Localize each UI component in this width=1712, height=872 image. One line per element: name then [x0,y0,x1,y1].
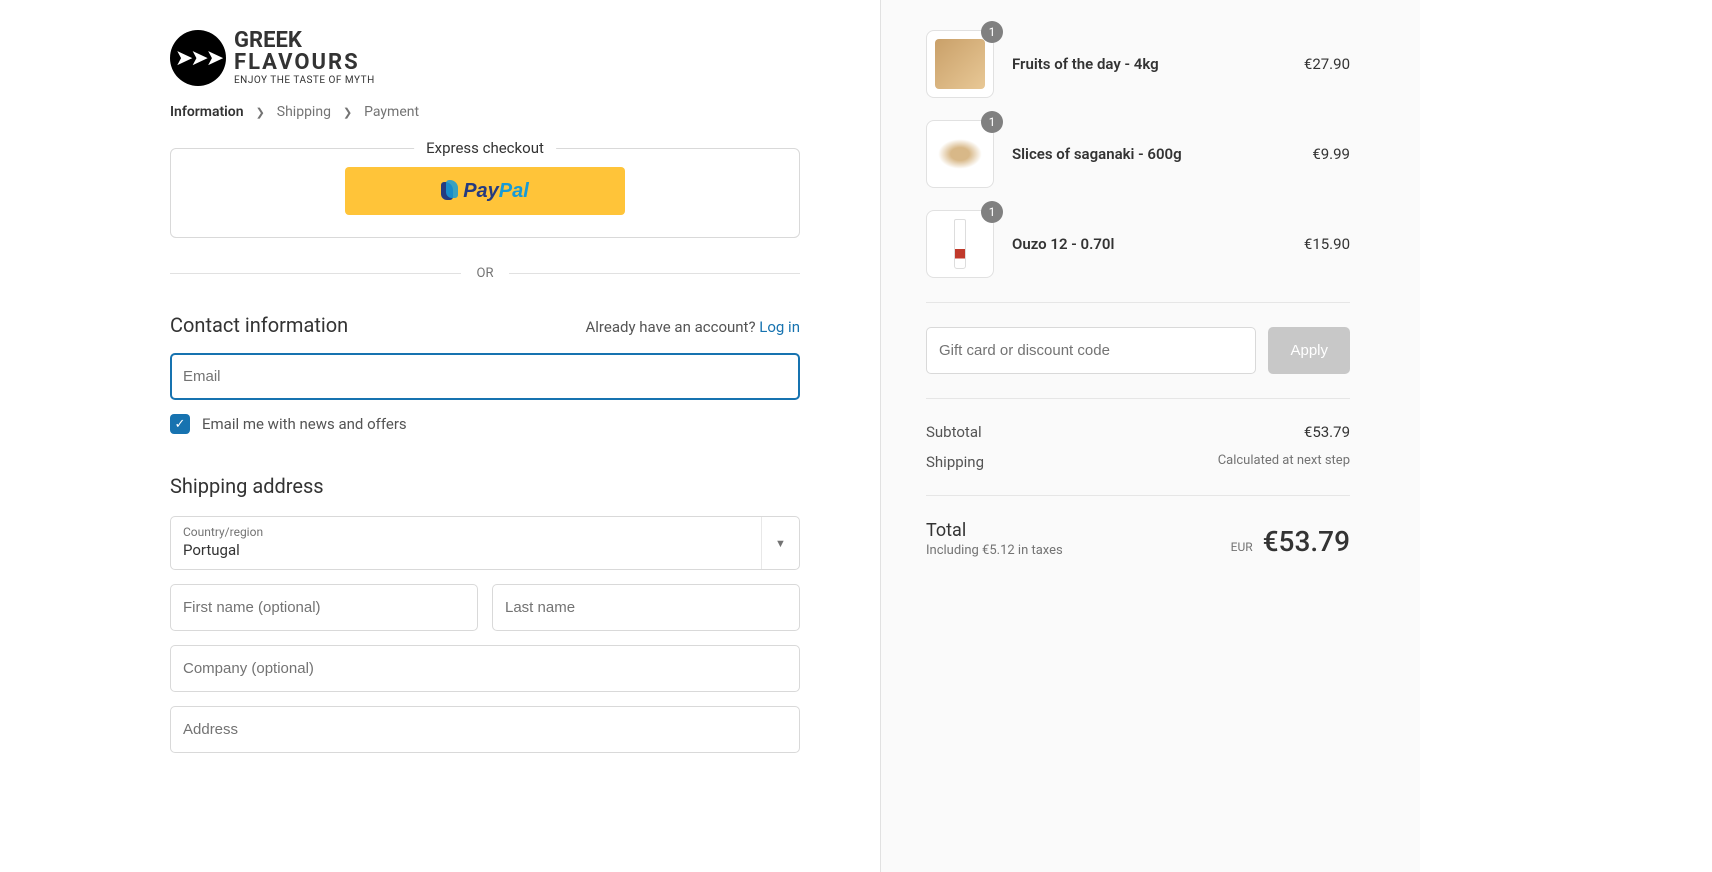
company-field[interactable] [170,645,800,692]
qty-badge: 1 [981,201,1003,223]
item-name: Fruits of the day - 4kg [1012,55,1286,73]
country-select-label: Country/region [183,525,787,539]
order-summary-panel: 1 Fruits of the day - 4kg €27.90 1 Slice… [880,0,1420,872]
main-checkout-panel: ➤➤➤ GREEK FLAVOURS ENJOY THE TASTE OF MY… [0,0,880,872]
shipping-address-heading: Shipping address [170,474,800,498]
paypal-label-pay: Pay [463,180,499,203]
express-checkout-title: Express checkout [414,139,556,157]
logo-arrows-icon: ➤➤➤ [170,30,226,86]
subtotal-value: €53.79 [1304,423,1350,441]
item-price: €15.90 [1304,235,1350,253]
caret-down-icon: ▼ [761,517,799,569]
paypal-icon [441,180,461,202]
address-field[interactable] [170,706,800,753]
country-select-value: Portugal [183,541,787,559]
contact-info-heading: Contact information [170,313,348,337]
item-thumbnail: 1 [926,120,994,188]
logo-tagline: ENJOY THE TASTE OF MYTH [234,76,375,86]
news-offers-label: Email me with news and offers [202,415,407,433]
last-name-field[interactable] [492,584,800,631]
item-thumbnail: 1 [926,30,994,98]
breadcrumb-shipping[interactable]: Shipping [277,104,331,120]
chevron-right-icon: ❯ [343,106,352,119]
news-offers-checkbox[interactable]: ✓ [170,414,190,434]
qty-badge: 1 [981,21,1003,43]
logo-line1: GREEK [234,30,375,52]
paypal-button[interactable]: PayPal [345,167,625,215]
item-name: Slices of saganaki - 600g [1012,145,1294,163]
total-amount: €53.79 [1263,525,1350,558]
country-select[interactable]: Country/region Portugal ▼ [170,516,800,570]
tax-note: Including €5.12 in taxes [926,543,1063,558]
breadcrumb: Information ❯ Shipping ❯ Payment [170,104,800,120]
currency-code: EUR [1231,540,1253,554]
qty-badge: 1 [981,111,1003,133]
item-thumbnail: 1 [926,210,994,278]
shipping-value: Calculated at next step [1218,453,1350,471]
login-link[interactable]: Log in [759,318,800,336]
item-price: €27.90 [1304,55,1350,73]
shipping-label: Shipping [926,453,984,471]
cart-item: 1 Fruits of the day - 4kg €27.90 [926,30,1350,98]
cart-item: 1 Ouzo 12 - 0.70l €15.90 [926,210,1350,278]
discount-code-field[interactable] [926,327,1256,374]
email-field[interactable] [170,353,800,400]
apply-discount-button[interactable]: Apply [1268,327,1350,374]
express-checkout-box: Express checkout PayPal [170,148,800,238]
logo-line2: FLAVOURS [234,52,375,74]
or-text: OR [477,266,494,281]
login-prompt: Already have an account? Log in [586,318,801,336]
cart-item: 1 Slices of saganaki - 600g €9.99 [926,120,1350,188]
breadcrumb-payment[interactable]: Payment [364,104,419,120]
subtotal-label: Subtotal [926,423,982,441]
chevron-right-icon: ❯ [256,106,265,119]
first-name-field[interactable] [170,584,478,631]
item-name: Ouzo 12 - 0.70l [1012,235,1286,253]
total-label: Total [926,520,1063,541]
item-price: €9.99 [1312,145,1350,163]
paypal-label-pal: Pal [499,180,529,203]
brand-logo[interactable]: ➤➤➤ GREEK FLAVOURS ENJOY THE TASTE OF MY… [170,30,800,86]
breadcrumb-information[interactable]: Information [170,104,244,120]
or-divider: OR [170,266,800,281]
